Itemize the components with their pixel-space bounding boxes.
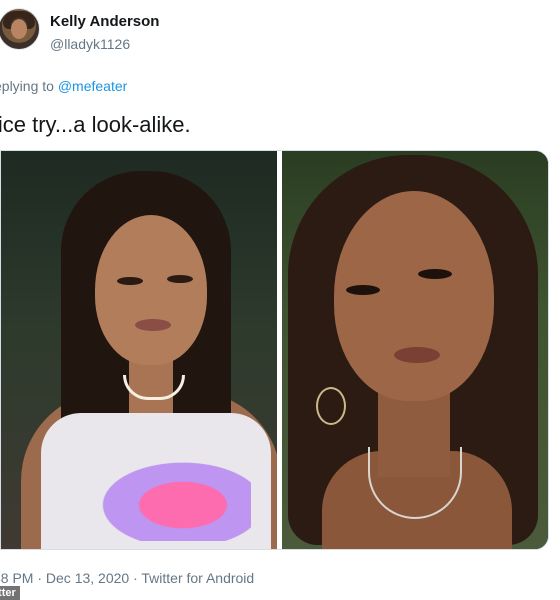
replying-to-line: eplying to @mefeater xyxy=(0,78,127,94)
tweet-timestamp[interactable]: 38 PM · Dec 13, 2020 · Twitter for Andro… xyxy=(0,570,254,586)
photo-right[interactable] xyxy=(282,151,548,549)
source-watermark: itter xyxy=(0,586,20,600)
photo-right-eye xyxy=(346,285,380,295)
photo-left-lips xyxy=(135,319,171,331)
avatar-face xyxy=(11,19,27,39)
tweet-text: lice try...a look-alike. xyxy=(0,112,191,137)
replying-to-label: eplying to xyxy=(0,78,58,94)
author-avatar[interactable] xyxy=(0,8,40,50)
photo-left-face xyxy=(95,215,207,365)
author-handle[interactable]: @lladyk1126 xyxy=(50,36,130,52)
photo-left[interactable] xyxy=(1,151,277,549)
tweet-card: Kelly Anderson @lladyk1126 eplying to @m… xyxy=(0,0,560,600)
photo-left-shirt-graphic xyxy=(81,451,251,541)
tweet-media[interactable] xyxy=(0,150,549,550)
reply-mention-link[interactable]: @mefeater xyxy=(58,78,127,94)
photo-right-face xyxy=(334,191,494,401)
photo-right-earring xyxy=(316,387,346,425)
photo-left-eye xyxy=(167,275,193,283)
photo-right-lips xyxy=(394,347,440,363)
photo-left-eye xyxy=(117,277,143,285)
photo-right-eye xyxy=(418,269,452,279)
author-display-name[interactable]: Kelly Anderson xyxy=(50,13,159,30)
